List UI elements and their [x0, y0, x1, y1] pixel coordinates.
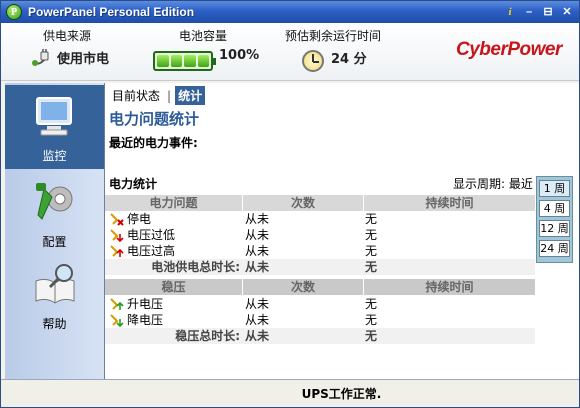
table-header: 稳压 次数 持续时间: [105, 279, 535, 295]
minimize-button[interactable]: –: [521, 4, 537, 19]
power-source-label: 供电来源: [43, 29, 92, 43]
battery-value: 100%: [219, 48, 260, 63]
main-content: 目前状态 | 统计 电力问题统计 最近的电力事件: 电力统计 显示周期: 最近 …: [104, 83, 579, 379]
brand-logo: CyberPower: [456, 39, 562, 60]
sidebar-item-label: 配置: [42, 235, 67, 249]
table-row: 电压过高 从未 无: [105, 243, 535, 259]
table-row: 降电压 从未 无: [105, 312, 535, 328]
monitor-icon: [36, 97, 72, 136]
plug-icon: [32, 49, 49, 66]
tools-icon: [36, 183, 73, 220]
table-row-total: 稳压总时长: 从未 无: [105, 328, 535, 344]
runtime-value: 24 分: [331, 52, 367, 67]
recent-events-label: 最近的电力事件:: [109, 136, 198, 150]
window-title: PowerPanel Personal Edition: [28, 5, 195, 19]
column-header: 次数: [290, 196, 315, 210]
runtime-label: 预估剩余运行时间: [285, 29, 382, 43]
period-12-week-button[interactable]: 12 周: [539, 220, 570, 237]
power-source-value: 使用市电: [57, 52, 110, 67]
battery-icon: [153, 51, 216, 71]
status-bar: UPS工作正常.: [104, 379, 579, 407]
help-book-icon: [35, 264, 75, 304]
section-title: 电力问题统计: [109, 110, 200, 128]
period-label: 显示周期: 最近: [453, 177, 533, 191]
blackout-icon: [110, 213, 124, 226]
table-row: 电压过低 从未 无: [105, 227, 535, 243]
column-header: 电力问题: [149, 196, 198, 210]
status-header: 供电来源 使用市电 电池容量 100% 预估剩余运行时间 24 分 CyberP…: [1, 23, 579, 81]
sidebar: 监控 配置 帮助: [5, 83, 104, 379]
title-bar[interactable]: P PowerPanel Personal Edition i – ⊟ ✕: [1, 1, 579, 23]
column-header: 持续时间: [425, 196, 474, 210]
table-row-total: 电池供电总时长: 从未 无: [105, 259, 535, 275]
table-row: 升电压 从未 无: [105, 296, 535, 312]
column-header: 持续时间: [425, 280, 474, 294]
boost-icon: [110, 298, 124, 310]
column-header: 次数: [290, 280, 315, 294]
table-header: 电力问题 次数 持续时间: [105, 195, 535, 211]
close-button[interactable]: ✕: [559, 4, 575, 19]
tab-current-status[interactable]: 目前状态: [109, 86, 163, 105]
restore-button[interactable]: ⊟: [540, 4, 556, 19]
buck-icon: [110, 314, 124, 327]
power-stats-label: 电力统计: [109, 177, 158, 191]
info-button[interactable]: i: [502, 4, 518, 19]
status-text: UPS工作正常.: [301, 387, 382, 401]
period-selector: 1 周 4 周 12 周 24 周: [536, 176, 573, 263]
power-problem-table: 电力问题 次数 持续时间 停电 从未 无 电压过低 从未 无 电压过高 从未 无…: [105, 195, 535, 275]
period-1-week-button[interactable]: 1 周: [539, 180, 570, 197]
tab-divider: |: [167, 88, 172, 103]
tab-statistics[interactable]: 统计: [175, 86, 206, 105]
sidebar-item-label: 监控: [42, 149, 67, 163]
table-row: 停电 从未 无: [105, 211, 535, 227]
clock-icon: [302, 50, 324, 72]
sidebar-item-monitor[interactable]: 监控: [5, 85, 104, 169]
sidebar-item-label: 帮助: [42, 317, 67, 331]
footer-left: [1, 379, 104, 407]
avr-table: 稳压 次数 持续时间 升电压 从未 无 降电压 从未 无 稳压总时长: 从未 无: [105, 279, 535, 344]
battery-label: 电池容量: [179, 29, 228, 43]
tab-bar: 目前状态 | 统计: [109, 86, 206, 105]
overvoltage-icon: [110, 245, 124, 257]
column-header: 稳压: [161, 280, 186, 294]
app-logo-icon: P: [6, 4, 22, 20]
sidebar-item-config[interactable]: 配置: [5, 171, 104, 255]
period-24-week-button[interactable]: 24 周: [539, 240, 570, 257]
period-4-week-button[interactable]: 4 周: [539, 200, 570, 217]
sidebar-item-help[interactable]: 帮助: [5, 253, 104, 337]
app-window: P PowerPanel Personal Edition i – ⊟ ✕ 供电…: [0, 0, 580, 408]
undervoltage-icon: [110, 229, 124, 242]
